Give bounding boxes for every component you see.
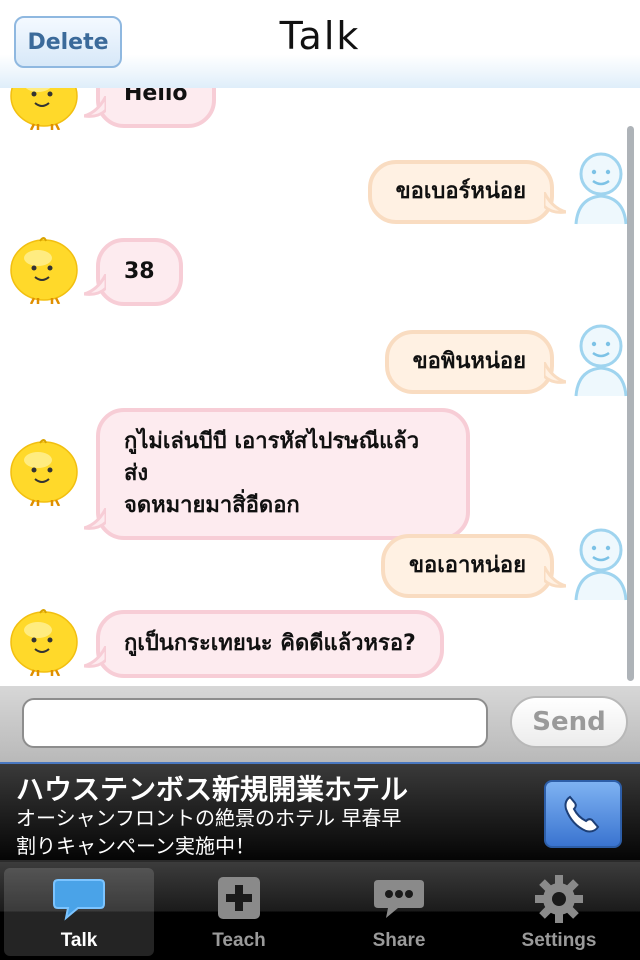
bot-message-bubble: Hello <box>96 88 216 128</box>
ad-line: オーシャンフロントの絶景のホテル 早春早 <box>16 806 402 830</box>
bot-message-bubble: กูเป็นกระเทยนะ คิดดีแล้วหรอ? <box>96 610 444 678</box>
message-text: ขอพินหน่อย <box>412 349 526 374</box>
speech-bubble-icon <box>53 879 105 921</box>
bubble-tail <box>544 566 566 588</box>
bubble-tail <box>544 192 566 214</box>
phone-icon[interactable] <box>544 780 622 848</box>
bot-avatar-icon <box>8 434 80 506</box>
bubble-tail <box>84 274 106 296</box>
bubble-tail <box>84 508 106 530</box>
scrollbar[interactable] <box>627 126 634 681</box>
tab-bar: Talk Teach Share Settings <box>0 862 640 960</box>
bubble-tail <box>544 362 566 384</box>
message-text: กูเป็นกระเทยนะ คิดดีแล้วหรอ? <box>124 631 416 656</box>
send-button[interactable]: Send <box>510 696 628 748</box>
user-message-bubble: ขอเอาหน่อย <box>381 534 554 598</box>
message-text-line: กูไม่เล่นบีบี เอารหัสไปรษณีแล้วส่ง <box>124 429 420 486</box>
tab-share[interactable]: Share <box>324 868 474 956</box>
message-input[interactable] <box>22 698 488 748</box>
gear-icon <box>535 875 583 923</box>
bot-message-bubble: 38 <box>96 238 183 306</box>
user-message-bubble: ขอพินหน่อย <box>384 330 554 394</box>
bot-message-bubble: กูไม่เล่นบีบี เอารหัสไปรษณีแล้วส่ง จดหมา… <box>96 408 470 540</box>
message-text: 38 <box>124 259 155 284</box>
bubble-tail <box>84 96 106 118</box>
bubble-tail <box>84 646 106 668</box>
ad-banner[interactable]: ハウステンボス新規開業ホテル オーシャンフロントの絶景のホテル 早春早 割りキャ… <box>0 762 640 862</box>
user-avatar-icon <box>570 322 632 398</box>
user-avatar-icon <box>570 526 632 602</box>
ad-line: 割りキャンペーン実施中！ <box>16 834 255 858</box>
user-message-bubble: ขอเบอร์หน่อย <box>367 160 554 224</box>
tab-talk[interactable]: Talk <box>4 868 154 956</box>
navigation-bar: Delete Talk <box>0 0 640 88</box>
chat-dots-icon <box>374 880 424 918</box>
tab-label: Settings <box>521 930 597 951</box>
bot-avatar-icon <box>8 232 80 304</box>
chat-transcript[interactable]: Hello ขอเบอร์หน่อย 38 ขอพินหน่อย กูไม่เล… <box>0 88 640 686</box>
tab-settings[interactable]: Settings <box>484 868 634 956</box>
message-text: ขอเอาหน่อย <box>409 553 526 578</box>
ad-title: ハウステンボス新規開業ホテル <box>16 773 409 806</box>
plus-box-icon <box>218 877 260 919</box>
tab-teach[interactable]: Teach <box>164 868 314 956</box>
tab-label: Teach <box>212 930 266 951</box>
composer-bar: Send <box>0 686 640 762</box>
bot-avatar-icon <box>8 88 80 130</box>
bot-avatar-icon <box>8 604 80 676</box>
message-text: Hello <box>124 88 188 106</box>
user-avatar-icon <box>570 150 632 226</box>
message-text-line: จดหมายมาสิ่อีดอก <box>124 493 300 518</box>
tab-label: Share <box>372 930 426 951</box>
message-text: ขอเบอร์หน่อย <box>395 179 526 204</box>
ad-description: オーシャンフロントの絶景のホテル 早春早 割りキャンペーン実施中！ <box>16 804 476 860</box>
page-title: Talk <box>279 14 361 58</box>
tab-label: Talk <box>60 930 98 951</box>
